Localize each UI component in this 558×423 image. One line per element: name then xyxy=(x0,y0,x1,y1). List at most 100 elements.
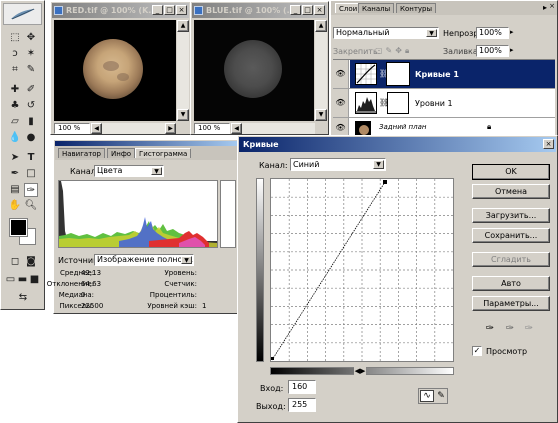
smooth-button[interactable]: Сгладить xyxy=(472,252,550,267)
slice-tool-icon[interactable]: ✎ xyxy=(24,63,38,77)
screen-mode-standard-icon[interactable]: ▭ xyxy=(5,273,16,287)
eraser-tool-icon[interactable]: ▱ xyxy=(8,115,22,129)
shape-tool-icon[interactable]: □ xyxy=(24,167,38,181)
layer-row-levels[interactable]: 👁︎ ⛓ Уровни 1 xyxy=(333,89,555,118)
horizontal-scrollbar[interactable]: ◀ ▶ xyxy=(91,123,176,134)
cancel-button[interactable]: Отмена xyxy=(472,184,550,199)
horizontal-scrollbar[interactable]: ◀ xyxy=(231,123,315,134)
preview-checkbox[interactable]: ✓ xyxy=(472,346,482,356)
options-button[interactable]: Параметры... xyxy=(472,296,550,311)
gray-point-eyedropper-icon[interactable]: ✑ xyxy=(503,322,517,336)
document-title-bar[interactable]: RED.tif @ 100% (K... _ □ × xyxy=(52,3,189,18)
smooth-curve-tool-icon[interactable]: ∿ xyxy=(420,390,434,402)
opacity-field[interactable]: 100% xyxy=(476,27,509,39)
vertical-scrollbar[interactable]: ▲ ▼ xyxy=(315,20,327,121)
output-label: Выход: xyxy=(256,402,286,411)
input-label: Вход: xyxy=(260,384,284,393)
close-button[interactable]: × xyxy=(314,5,325,15)
document-title-bar[interactable]: BLUE.tif @ 100% (... _ □ × xyxy=(192,3,327,18)
layer-name: Кривые 1 xyxy=(415,70,459,79)
gradient-tool-icon[interactable]: ▮ xyxy=(24,115,38,129)
curve-graph[interactable] xyxy=(270,178,454,362)
notes-tool-icon[interactable]: ▤ xyxy=(8,183,22,197)
fill-arrow-icon[interactable]: ▸ xyxy=(510,46,514,54)
black-point-eyedropper-icon[interactable]: ✑ xyxy=(483,322,497,336)
close-button[interactable]: × xyxy=(543,139,554,149)
output-gradient-bar xyxy=(256,178,264,362)
screen-mode-full-icon[interactable]: ■ xyxy=(29,273,40,287)
opacity-arrow-icon[interactable]: ▸ xyxy=(510,28,514,36)
hand-tool-icon[interactable]: ✋ xyxy=(8,199,22,213)
healing-brush-tool-icon[interactable]: ✚ xyxy=(8,83,22,97)
jump-to-imageready-icon[interactable]: ⇆ xyxy=(8,291,38,305)
maximize-button[interactable]: □ xyxy=(302,5,313,15)
image-canvas-blue[interactable] xyxy=(194,20,314,121)
crop-tool-icon[interactable]: ⌗ xyxy=(8,63,22,77)
eye-icon[interactable]: 👁︎ xyxy=(333,60,349,88)
tab-paths[interactable]: Контуры xyxy=(396,3,437,13)
marquee-tool-icon[interactable]: ⬚ xyxy=(8,31,22,45)
fill-field[interactable]: 100% xyxy=(476,45,509,57)
load-button[interactable]: Загрузить... xyxy=(472,208,550,223)
clone-stamp-tool-icon[interactable]: ♣ xyxy=(8,99,22,113)
palette-close-icon[interactable]: × xyxy=(548,2,556,10)
dodge-tool-icon[interactable]: ● xyxy=(24,131,38,145)
path-selection-tool-icon[interactable]: ➤ xyxy=(8,151,22,165)
layer-name: Задний план xyxy=(379,123,427,131)
image-canvas-red[interactable] xyxy=(54,20,176,121)
palette-menu-arrow-icon[interactable]: ▸ xyxy=(543,3,547,12)
vertical-scrollbar[interactable]: ▲ ▼ xyxy=(177,20,189,121)
zoom-field[interactable]: 100 % xyxy=(54,123,90,134)
eye-icon[interactable]: 👁︎ xyxy=(333,89,349,117)
brush-tool-icon[interactable]: ✐ xyxy=(24,83,38,97)
gradient-direction-toggle-icon[interactable]: ◀▶ xyxy=(354,366,366,376)
stat-cache-value: 1 xyxy=(202,302,207,310)
blur-tool-icon[interactable]: 💧 xyxy=(8,131,22,145)
zoom-tool-icon[interactable]: 🔍︎ xyxy=(24,199,38,213)
white-point-eyedropper-icon[interactable]: ✑ xyxy=(522,322,536,336)
source-select[interactable]: Изображение полнос... ▼ xyxy=(94,254,194,266)
levels-adjustment-icon xyxy=(355,92,377,114)
pen-tool-icon[interactable]: ✒ xyxy=(8,167,22,181)
document-icon xyxy=(194,6,203,15)
magic-wand-tool-icon[interactable]: ✶ xyxy=(24,47,38,61)
standard-mode-icon[interactable]: ◻ xyxy=(8,255,22,269)
quick-mask-mode-icon[interactable]: ◙ xyxy=(24,255,38,269)
screen-mode-menu-icon[interactable]: ▬ xyxy=(17,273,28,287)
move-tool-icon[interactable]: ✥ xyxy=(24,31,38,45)
stat-cache-label: Уровней кэш: xyxy=(147,302,197,310)
tab-navigator[interactable]: Навигатор xyxy=(58,148,105,158)
ok-button[interactable]: OK xyxy=(472,164,550,180)
type-tool-icon[interactable]: T xyxy=(24,151,38,165)
eyedropper-tool-icon[interactable]: ✑ xyxy=(24,183,38,197)
pencil-tool-icon[interactable]: ✎ xyxy=(435,390,447,402)
minimize-button[interactable]: _ xyxy=(152,5,163,15)
blend-mode-select[interactable]: Нормальный ▼ xyxy=(333,27,439,39)
tab-histogram[interactable]: Гистограмма xyxy=(135,148,192,158)
curves-channel-select[interactable]: Синий ▼ xyxy=(290,158,386,171)
history-brush-tool-icon[interactable]: ↺ xyxy=(24,99,38,113)
minimize-button[interactable]: _ xyxy=(290,5,301,15)
stat-count-label: Счетчик: xyxy=(164,280,197,288)
lasso-tool-icon[interactable]: ↄ xyxy=(8,47,22,61)
fill-value: 100% xyxy=(479,46,502,55)
auto-button[interactable]: Авто xyxy=(472,276,550,291)
histogram-scrollbar[interactable] xyxy=(220,180,236,248)
zoom-field[interactable]: 100 % xyxy=(194,123,230,134)
save-button[interactable]: Сохранить... xyxy=(472,228,550,243)
tab-channels[interactable]: Каналы xyxy=(358,3,395,13)
close-button[interactable]: × xyxy=(176,5,187,15)
tab-info[interactable]: Инфо xyxy=(107,148,136,158)
dialog-title-bar[interactable]: Кривые × xyxy=(239,137,556,152)
foreground-color-swatch[interactable] xyxy=(9,218,28,237)
output-field[interactable]: 255 xyxy=(288,398,316,412)
toolbox: ⬚ ✥ ↄ ✶ ⌗ ✎ ✚ ✐ ♣ ↺ ▱ ▮ 💧 ● ➤ T ✒ □ ▤ ✑ … xyxy=(0,0,45,310)
maximize-button[interactable]: □ xyxy=(164,5,175,15)
document-window-red: RED.tif @ 100% (K... _ □ × ▲ ▼ 100 % ◀ ▶ xyxy=(50,1,191,135)
layer-row-curves[interactable]: 👁︎ ⛓ Кривые 1 xyxy=(333,60,555,89)
palette-tabs: Слои Каналы Контуры ▸ × xyxy=(331,1,557,15)
input-field[interactable]: 160 xyxy=(288,380,316,394)
lock-icons[interactable]: ▢✎✥🔒︎ xyxy=(375,46,425,56)
channel-select[interactable]: Цвета ▼ xyxy=(94,165,164,177)
input-value: 160 xyxy=(292,382,308,391)
